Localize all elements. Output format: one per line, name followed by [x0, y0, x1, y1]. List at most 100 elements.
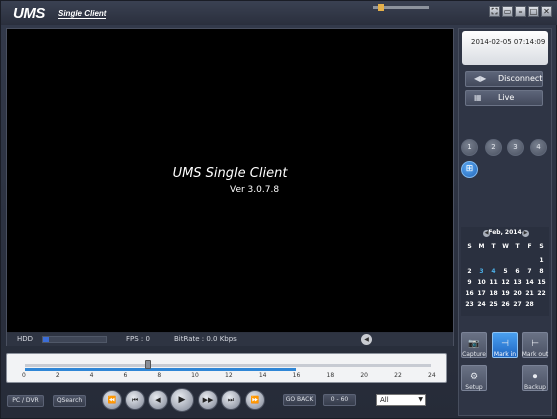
- video-title: UMS Single Client: [172, 166, 288, 181]
- channel-4-button[interactable]: 4: [530, 139, 547, 156]
- calendar-next-icon[interactable]: ▶: [522, 230, 529, 237]
- disconnect-label: Disconnect: [498, 74, 543, 83]
- calendar-day[interactable]: 6: [512, 268, 523, 275]
- fullscreen-icon[interactable]: ⛶: [489, 6, 500, 17]
- status-bar: HDD FPS : 0 BitRate : 0.0 Kbps ◀: [7, 333, 453, 346]
- timeline-tick-label: 10: [191, 372, 199, 379]
- calendar-day[interactable]: 10: [476, 279, 487, 286]
- timeline-tick-label: 20: [360, 372, 368, 379]
- calendar-day[interactable]: 27: [512, 301, 523, 308]
- calendar-day[interactable]: 1: [536, 257, 547, 264]
- calendar-day[interactable]: 18: [488, 290, 499, 297]
- bitrate-readout: BitRate : 0.0 Kbps: [174, 335, 237, 343]
- video-version: Ver 3.0.7.8: [230, 185, 280, 195]
- calendar-day[interactable]: 25: [488, 301, 499, 308]
- channel-3-button[interactable]: 3: [507, 139, 524, 156]
- disconnect-button[interactable]: ◀▶ Disconnect: [465, 71, 543, 87]
- calendar-day[interactable]: 19: [500, 290, 511, 297]
- calendar-day[interactable]: 8: [536, 268, 547, 275]
- close-icon[interactable]: ✕: [541, 6, 552, 17]
- calendar-day[interactable]: 14: [524, 279, 535, 286]
- calendar-day[interactable]: 24: [476, 301, 487, 308]
- timeline-tick-label: 22: [394, 372, 402, 379]
- skip-forward-button[interactable]: ⏭: [221, 390, 241, 410]
- step-back-button[interactable]: ◀: [148, 390, 168, 410]
- video-view[interactable]: UMS Single Client Ver 3.0.7.8: [7, 29, 453, 332]
- calendar-day[interactable]: 7: [524, 268, 535, 275]
- calendar-day[interactable]: 20: [512, 290, 523, 297]
- channel-1-button[interactable]: 1: [461, 139, 478, 156]
- title-bar: UMS Single Client ⛶ ▭ – □ ✕: [1, 1, 557, 25]
- live-button[interactable]: ▦ Live: [465, 90, 543, 106]
- timeline-cursor[interactable]: [145, 360, 152, 369]
- calendar-day[interactable]: 2: [464, 268, 475, 275]
- live-icon: ▦: [474, 93, 482, 102]
- timeline-tick-label: 6: [123, 372, 128, 379]
- calendar-day[interactable]: 17: [476, 290, 487, 297]
- channel-2-button[interactable]: 2: [485, 139, 502, 156]
- hdd-usage-fill: [43, 337, 49, 342]
- mark-out-label: Mark out: [521, 351, 549, 358]
- fast-forward-button[interactable]: ⏩: [245, 390, 265, 410]
- calendar-day[interactable]: 23: [464, 301, 475, 308]
- minimize-icon[interactable]: –: [515, 6, 526, 17]
- range-label: 0 - 60: [330, 396, 349, 403]
- calendar-day[interactable]: 5: [500, 268, 511, 275]
- timeline-tick-label: 8: [157, 372, 162, 379]
- split-view-icon[interactable]: ⊞: [461, 161, 478, 178]
- timeline-tick-label: 4: [89, 372, 94, 379]
- setup-label: Setup: [465, 384, 483, 391]
- calendar-day[interactable]: 11: [488, 279, 499, 286]
- calendar-day[interactable]: 13: [512, 279, 523, 286]
- timeline-tick-label: 18: [326, 372, 335, 379]
- calendar-day[interactable]: 26: [500, 301, 511, 308]
- app-logo-subtitle: Single Client: [58, 9, 107, 19]
- calendar-day[interactable]: 15: [536, 279, 547, 286]
- calendar-weekday: T: [491, 243, 496, 250]
- window-buttons: ⛶ ▭ – □ ✕: [489, 6, 552, 17]
- step-forward-button[interactable]: ▶▶: [198, 390, 218, 410]
- timeline-track: [25, 364, 431, 367]
- calendar-day[interactable]: 21: [524, 290, 535, 297]
- capture-label: Capture: [462, 351, 486, 358]
- qsearch-button[interactable]: QSearch: [53, 395, 86, 407]
- maximize-icon[interactable]: □: [528, 6, 539, 17]
- calendar-day[interactable]: 16: [464, 290, 475, 297]
- live-label: Live: [498, 93, 515, 102]
- calendar-day[interactable]: 12: [500, 279, 511, 286]
- go-back-button[interactable]: GO BACK: [283, 394, 316, 406]
- timeline-tick-label: 12: [225, 372, 233, 379]
- go-back-label: GO BACK: [285, 396, 314, 403]
- restore-icon[interactable]: ▭: [502, 6, 513, 17]
- calendar-day[interactable]: 9: [464, 279, 475, 286]
- pc-dvr-button[interactable]: PC / DVR: [7, 395, 44, 407]
- calendar-prev-icon[interactable]: ◀: [483, 230, 490, 237]
- calendar-day[interactable]: 4: [488, 268, 499, 275]
- timeline-tick-label: 2: [55, 372, 60, 379]
- calendar-weekday: M: [478, 243, 485, 250]
- calendar-day[interactable]: 28: [524, 301, 535, 308]
- disconnect-icon: ◀▶: [474, 74, 487, 83]
- range-button[interactable]: 0 - 60: [323, 394, 356, 406]
- fast-rewind-button[interactable]: ⏪: [102, 390, 122, 410]
- app-logo: UMS: [13, 5, 45, 22]
- speaker-icon[interactable]: ◀: [361, 334, 372, 345]
- filter-select[interactable]: All ▼: [376, 394, 426, 406]
- calendar-weekday: S: [467, 243, 472, 250]
- calendar-weekday: S: [539, 243, 544, 250]
- calendar-weekday: T: [515, 243, 520, 250]
- timeline-tick-label: 24: [428, 372, 436, 379]
- calendar-day[interactable]: 3: [476, 268, 487, 275]
- calendar: Feb, 2014 ◀ ▶ S M T W T F S 1 2 3 4 5 6 7 8 9 10 11 12 13 14…: [461, 227, 549, 316]
- hdd-usage-bar: [42, 336, 107, 343]
- timeline-tick-label: 16: [292, 372, 301, 379]
- play-button[interactable]: ▶: [170, 388, 194, 412]
- backup-label: Backup: [524, 384, 546, 391]
- timeline-recorded-segment: [25, 368, 296, 371]
- calendar-day[interactable]: 22: [536, 290, 547, 297]
- volume-knob[interactable]: [377, 4, 384, 11]
- skip-back-button[interactable]: ⏮: [125, 390, 145, 410]
- timeline-tick-label: 14: [258, 372, 267, 379]
- calendar-weekday: W: [502, 243, 509, 250]
- timeline[interactable]: 0 2 4 6 8 10 12 14 16 18 20 22 24: [6, 353, 447, 383]
